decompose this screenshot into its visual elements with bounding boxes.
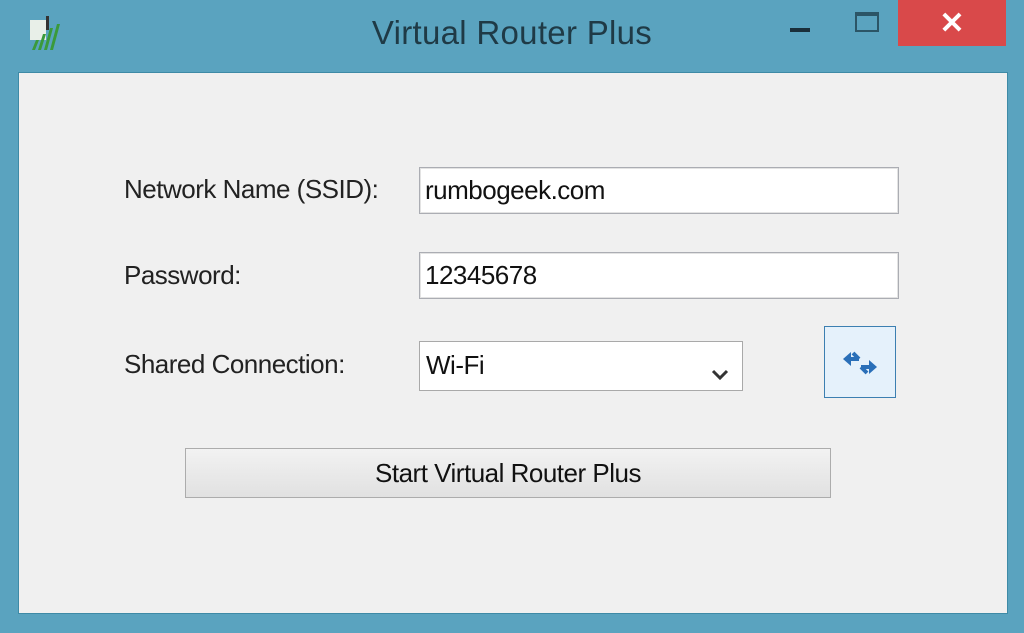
password-input[interactable]: 12345678 — [419, 252, 899, 299]
ssid-input[interactable]: rumbogeek.com — [419, 167, 899, 214]
start-router-button[interactable]: Start Virtual Router Plus — [185, 448, 831, 498]
close-button[interactable]: ✕ — [898, 0, 1006, 46]
minimize-icon — [790, 28, 810, 32]
refresh-arrows-icon — [843, 351, 877, 375]
ssid-label: Network Name (SSID): — [124, 174, 379, 204]
shared-connection-select[interactable]: Wi-Fi — [419, 341, 743, 391]
title-bar[interactable]: Virtual Router Plus ✕ — [0, 0, 1024, 70]
app-window: Virtual Router Plus ✕ Network Name (SSID… — [0, 0, 1024, 633]
client-area: Network Name (SSID): rumbogeek.com Passw… — [18, 72, 1008, 614]
refresh-button[interactable] — [824, 326, 896, 398]
minimize-button[interactable] — [790, 24, 812, 32]
chevron-down-icon — [710, 352, 730, 381]
maximize-button[interactable] — [855, 12, 879, 32]
shared-connection-value: Wi-Fi — [426, 350, 485, 380]
shared-connection-label: Shared Connection: — [124, 349, 345, 379]
password-label: Password: — [124, 260, 241, 290]
